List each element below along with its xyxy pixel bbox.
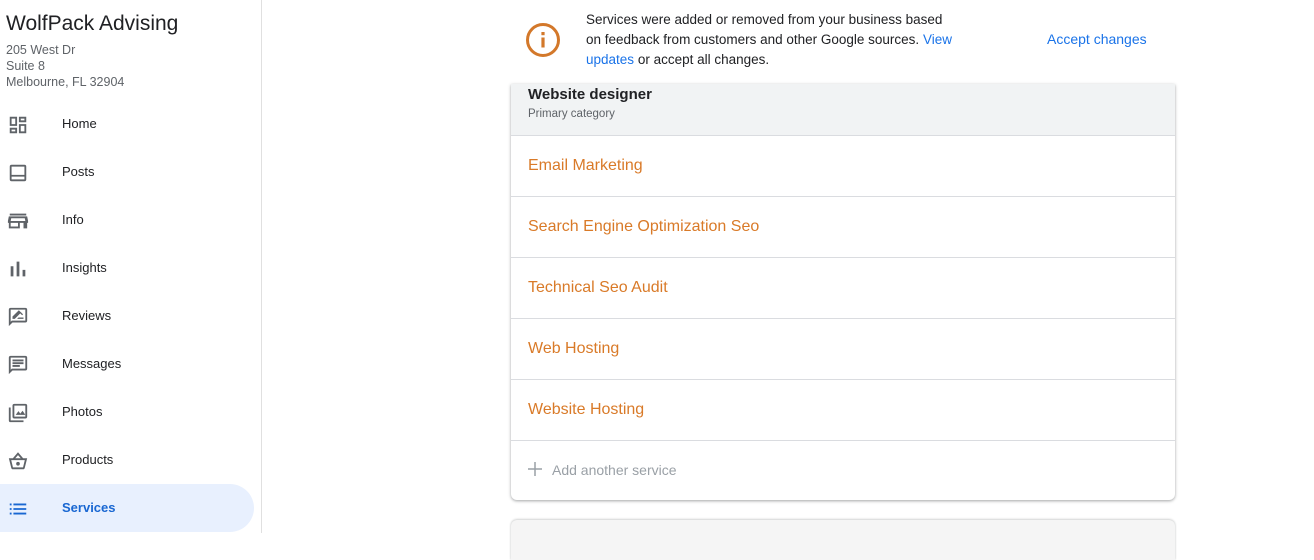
sidebar-item-label: Services	[62, 500, 116, 515]
posts-icon	[7, 162, 29, 184]
service-item[interactable]: Website Hosting	[511, 380, 1175, 441]
sidebar-nav: Home Posts Info Insights Reviews Message…	[0, 100, 262, 532]
service-item[interactable]: Web Hosting	[511, 319, 1175, 380]
sidebar-item-products[interactable]: Products	[0, 436, 262, 484]
sidebar-item-info[interactable]: Info	[0, 196, 262, 244]
add-service-label: Add another service	[552, 462, 677, 478]
sidebar-item-label: Messages	[62, 356, 122, 371]
sidebar: WolfPack Advising 205 West Dr Suite 8 Me…	[0, 0, 262, 533]
sidebar-item-label: Products	[62, 452, 114, 467]
address-line-3: Melbourne, FL 32904	[6, 75, 125, 89]
info-icon	[525, 22, 561, 58]
list-icon	[7, 498, 29, 520]
sidebar-item-label: Home	[62, 116, 97, 131]
sidebar-item-label: Insights	[62, 260, 107, 275]
sidebar-item-label: Photos	[62, 404, 103, 419]
banner-message-text: Services were added or removed from your…	[586, 12, 943, 47]
address-line-1: 205 West Dr	[6, 43, 76, 57]
sidebar-item-home[interactable]: Home	[0, 100, 262, 148]
sidebar-item-label: Info	[62, 212, 84, 227]
storefront-icon	[7, 210, 29, 232]
update-banner: Services were added or removed from your…	[510, 0, 1176, 84]
sidebar-item-reviews[interactable]: Reviews	[0, 292, 262, 340]
sidebar-item-photos[interactable]: Photos	[0, 388, 262, 436]
business-name: WolfPack Advising	[6, 12, 179, 35]
service-item[interactable]: Technical Seo Audit	[511, 258, 1175, 319]
service-name: Web Hosting	[528, 340, 620, 357]
sidebar-item-messages[interactable]: Messages	[0, 340, 262, 388]
sidebar-item-posts[interactable]: Posts	[0, 148, 262, 196]
address-line-2: Suite 8	[6, 59, 45, 73]
sidebar-item-insights[interactable]: Insights	[0, 244, 262, 292]
sidebar-item-label: Reviews	[62, 308, 112, 323]
message-icon	[7, 354, 29, 376]
bar-chart-icon	[7, 258, 29, 280]
service-item[interactable]: Email Marketing	[511, 136, 1175, 197]
primary-category-label: Primary category	[528, 108, 615, 120]
service-name: Search Engine Optimization Seo	[528, 218, 760, 235]
primary-category-name: Website designer	[528, 86, 652, 103]
rate-review-icon	[7, 306, 29, 328]
next-card	[511, 520, 1175, 560]
add-service-button[interactable]: Add another service	[511, 441, 1175, 499]
service-item[interactable]: Search Engine Optimization Seo	[511, 197, 1175, 258]
sidebar-item-label: Posts	[62, 164, 95, 179]
photo-library-icon	[7, 402, 29, 424]
accept-changes-button[interactable]: Accept changes	[1047, 31, 1147, 47]
service-name: Website Hosting	[528, 401, 645, 418]
service-name: Email Marketing	[528, 157, 643, 174]
plus-icon	[527, 461, 543, 477]
banner-message: Services were added or removed from your…	[586, 10, 956, 70]
sidebar-item-services[interactable]: Services	[0, 484, 262, 532]
banner-message-tail: or accept all changes.	[637, 52, 770, 67]
services-card: Website designer Primary category Email …	[511, 84, 1175, 500]
service-name: Technical Seo Audit	[528, 279, 668, 296]
dashboard-icon	[7, 114, 29, 136]
shopping-basket-icon	[7, 450, 29, 472]
business-address: 205 West Dr Suite 8 Melbourne, FL 32904	[6, 42, 124, 90]
primary-category-header: Website designer Primary category	[511, 84, 1175, 136]
